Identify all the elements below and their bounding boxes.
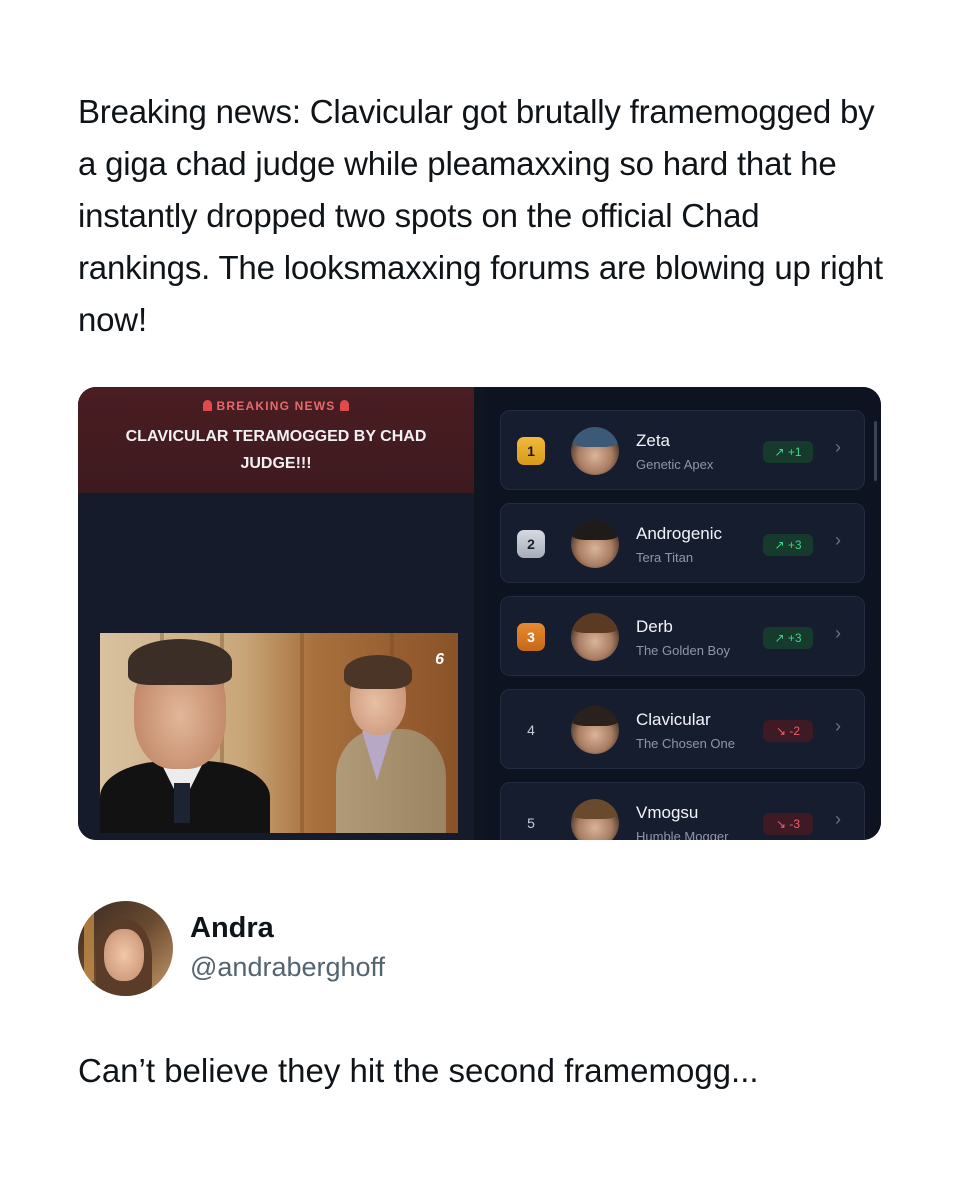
rank-badge: 5	[527, 815, 535, 831]
siren-icon	[202, 400, 212, 411]
avatar	[571, 520, 619, 568]
chevron-right-icon[interactable]: ›	[835, 623, 841, 644]
trend-badge: ↘ -2	[763, 720, 813, 742]
avatar[interactable]	[78, 901, 173, 996]
breaking-news-text: BREAKING NEWS	[216, 399, 336, 413]
trending-down-icon: ↘	[775, 817, 787, 831]
ranking-row[interactable]: 2 Androgenic Tera Titan ↗ +3 ›	[500, 503, 865, 583]
rank-badge: 1	[517, 437, 545, 465]
news-headline: CLAVICULAR TERAMOGGED BY CHAD JUDGE!!!	[125, 428, 427, 472]
ranking-name: Zeta	[636, 431, 671, 450]
siren-icon	[340, 400, 350, 411]
rank-badge: 3	[517, 623, 545, 651]
avatar	[571, 427, 619, 475]
ranking-title: The Golden Boy	[636, 643, 730, 658]
trending-up-icon: ↗	[774, 538, 785, 552]
ranking-name: Androgenic	[636, 524, 723, 543]
ranking-title: Tera Titan	[636, 550, 694, 565]
avatar	[571, 706, 619, 754]
author-handle[interactable]: @andraberghoff	[190, 952, 385, 983]
post-text: Breaking news: Clavicular got brutally f…	[78, 93, 883, 338]
ranking-row[interactable]: 1 Zeta Genetic Apex ↗ +1 ›	[500, 410, 865, 490]
breaking-news-label: BREAKING NEWS	[78, 399, 474, 413]
news-banner: BREAKING NEWS CLAVICULAR TERAMOGGED BY C…	[78, 387, 474, 493]
trend-badge: ↘ -3	[763, 813, 813, 835]
news-panel[interactable]: BREAKING NEWS CLAVICULAR TERAMOGGED BY C…	[78, 387, 474, 840]
avatar	[571, 613, 619, 661]
chevron-right-icon[interactable]: ›	[835, 530, 841, 551]
trending-up-icon: ↗	[774, 445, 785, 459]
avatar	[571, 799, 619, 840]
comment-text: Can’t believe they hit the second framem…	[78, 1052, 759, 1089]
scrollbar[interactable]	[874, 421, 877, 481]
rank-badge: 2	[517, 530, 545, 558]
ranking-title: Genetic Apex	[636, 457, 714, 472]
post-media[interactable]: BREAKING NEWS CLAVICULAR TERAMOGGED BY C…	[78, 387, 881, 840]
defendant-figure	[336, 729, 446, 833]
author-name[interactable]: Andra	[190, 912, 274, 945]
channel-logo: 6	[435, 651, 444, 668]
courtroom-photo: 6	[100, 633, 458, 833]
chevron-right-icon[interactable]: ›	[835, 437, 841, 458]
ranking-title: Humble Mogger	[636, 829, 729, 840]
trending-up-icon: ↗	[774, 631, 785, 645]
chevron-right-icon[interactable]: ›	[835, 716, 841, 737]
trend-badge: ↗ +3	[763, 627, 813, 649]
trend-badge: ↗ +3	[763, 534, 813, 556]
rank-badge: 4	[527, 722, 535, 738]
trend-badge: ↗ +1	[763, 441, 813, 463]
ranking-row[interactable]: 5 Vmogsu Humble Mogger ↘ -3 ›	[500, 782, 865, 840]
ranking-name: Derb	[636, 617, 673, 636]
ranking-name: Clavicular	[636, 710, 711, 729]
ranking-row[interactable]: 4 Clavicular The Chosen One ↘ -2 ›	[500, 689, 865, 769]
trending-down-icon: ↘	[775, 724, 787, 738]
ranking-title: The Chosen One	[636, 736, 736, 751]
ranking-row[interactable]: 3 Derb The Golden Boy ↗ +3 ›	[500, 596, 865, 676]
chevron-right-icon[interactable]: ›	[835, 809, 841, 830]
ranking-name: Vmogsu	[636, 803, 699, 822]
rankings-panel[interactable]: 1 Zeta Genetic Apex ↗ +1 › 2 Androgenic …	[484, 387, 881, 840]
